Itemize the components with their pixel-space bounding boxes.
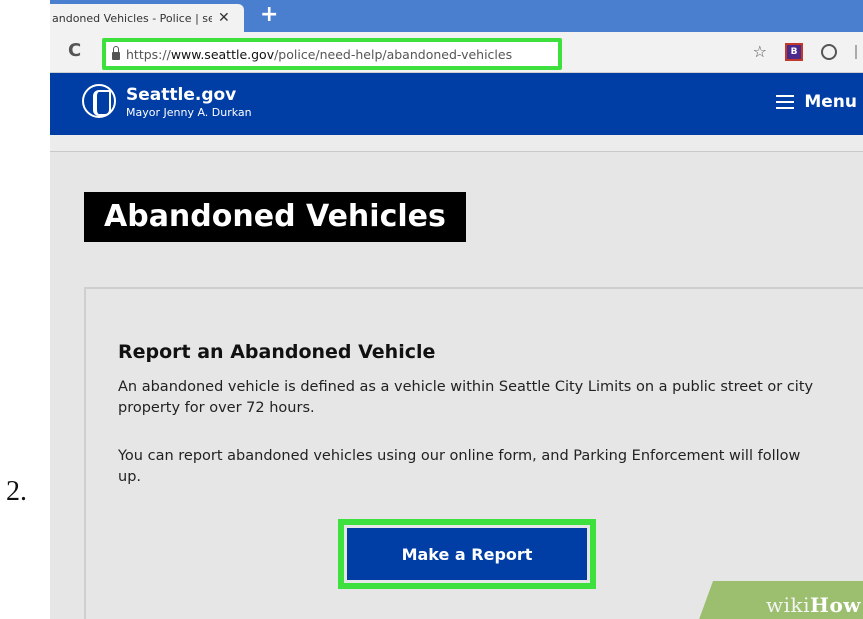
menu-button[interactable]: Menu bbox=[776, 92, 857, 112]
url-path: /police/need-help/abandoned-vehicles bbox=[274, 46, 513, 62]
make-report-button[interactable]: Make a Report bbox=[347, 528, 587, 580]
watermark-wiki: wiki bbox=[766, 593, 811, 617]
site-subtitle: Mayor Jenny A. Durkan bbox=[126, 106, 252, 119]
site-header: Seattle.gov Mayor Jenny A. Durkan Menu bbox=[50, 73, 863, 135]
browser-screenshot: andoned Vehicles - Police | se ✕ + C htt… bbox=[50, 0, 863, 619]
url-host: www.seattle.gov bbox=[170, 46, 275, 62]
menu-label: Menu bbox=[804, 92, 857, 112]
step-number: 2. bbox=[6, 476, 27, 507]
wikihow-watermark: wikiHow bbox=[766, 593, 861, 617]
gauge-icon[interactable] bbox=[821, 43, 837, 60]
watermark-how: How bbox=[810, 593, 861, 617]
card-paragraph-instructions: You can report abandoned vehicles using … bbox=[118, 448, 801, 485]
site-name[interactable]: Seattle.gov bbox=[126, 86, 236, 104]
toolbar-icons: ☆ B bbox=[753, 42, 863, 61]
header-divider bbox=[50, 135, 863, 152]
lock-icon bbox=[112, 46, 120, 60]
card-paragraph-definition: An abandoned vehicle is defined as a veh… bbox=[118, 379, 814, 416]
new-tab-button[interactable]: + bbox=[260, 2, 278, 27]
browser-tab[interactable]: andoned Vehicles - Police | se ✕ bbox=[50, 4, 244, 32]
make-report-highlight: Make a Report bbox=[338, 519, 596, 589]
hamburger-icon bbox=[776, 95, 795, 109]
report-card: Report an Abandoned Vehicle An abandoned… bbox=[84, 287, 863, 619]
browser-toolbar: C https://www.seattle.gov/police/need-he… bbox=[50, 32, 863, 73]
tab-strip: andoned Vehicles - Police | se ✕ + bbox=[50, 0, 863, 32]
close-tab-icon[interactable]: ✕ bbox=[218, 10, 230, 26]
page-title: Abandoned Vehicles bbox=[84, 192, 466, 242]
seal-icon[interactable] bbox=[82, 84, 116, 118]
extension-b-icon[interactable]: B bbox=[785, 42, 803, 61]
reload-icon[interactable]: C bbox=[68, 40, 81, 61]
url-text: https://www.seattle.gov/police/need-help… bbox=[126, 47, 512, 62]
card-heading: Report an Abandoned Vehicle bbox=[118, 341, 436, 363]
address-bar[interactable]: https://www.seattle.gov/police/need-help… bbox=[102, 38, 562, 70]
tab-title: andoned Vehicles - Police | se bbox=[52, 11, 212, 25]
extension-edge-icon[interactable] bbox=[855, 44, 863, 59]
url-scheme: https:// bbox=[126, 46, 171, 62]
star-icon[interactable]: ☆ bbox=[753, 42, 767, 61]
